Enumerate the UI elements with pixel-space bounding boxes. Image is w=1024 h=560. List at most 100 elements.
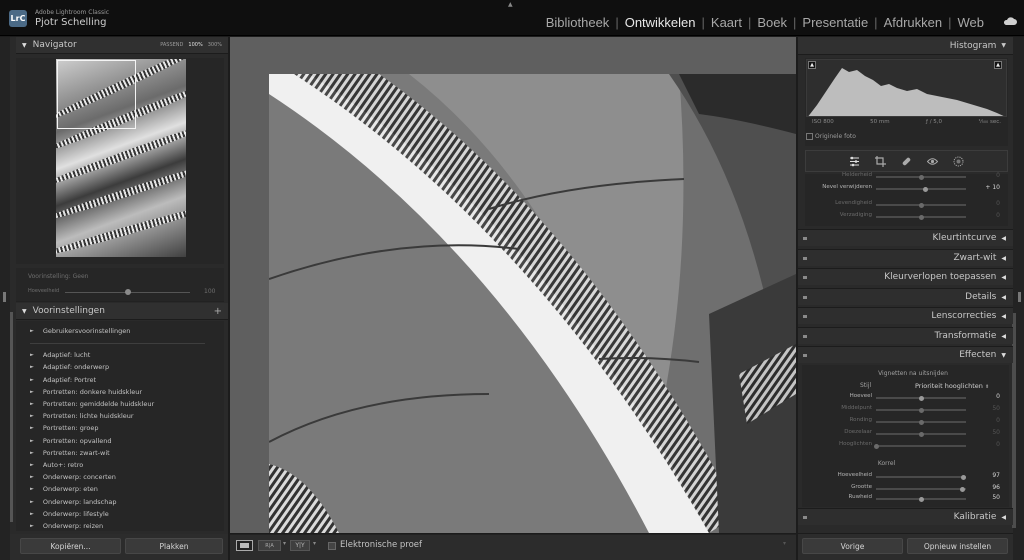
module-web[interactable]: Web	[952, 15, 991, 30]
navigator-header[interactable]: ▼ Navigator PASSEND 100% 300%	[16, 37, 228, 54]
left-panel-collapse-handle[interactable]	[3, 292, 6, 302]
slider-track[interactable]	[876, 445, 966, 447]
preset-group[interactable]: ► Adaptief: lucht	[30, 351, 90, 359]
section-switch-icon[interactable]	[803, 335, 807, 338]
slider-knob[interactable]	[918, 202, 924, 208]
preset-group[interactable]: ► Gebruikersvoorinstellingen	[30, 327, 130, 335]
sliders-icon[interactable]	[849, 156, 860, 167]
navigator-view-rectangle[interactable]	[57, 60, 136, 129]
slider-knob[interactable]	[960, 474, 966, 480]
slider-value[interactable]: 50	[976, 405, 1000, 412]
shadow-clipping-icon[interactable]: ▲	[808, 61, 816, 69]
module-bibliotheek[interactable]: Bibliotheek	[540, 15, 616, 30]
slider-knob[interactable]	[923, 186, 928, 192]
vignette-style-select[interactable]: Prioriteit hooglichten ⬍	[915, 382, 989, 390]
module-afdrukken[interactable]: Afdrukken	[878, 15, 949, 30]
mask-icon[interactable]	[953, 156, 964, 167]
section-effecten[interactable]: Effecten ▼	[798, 346, 1013, 363]
eye-icon[interactable]	[926, 156, 938, 167]
right-panel-collapse-handle[interactable]	[1018, 292, 1021, 302]
section-details[interactable]: Details ◀	[798, 288, 1013, 305]
slider-knob[interactable]	[918, 214, 924, 220]
original-photo-checkbox[interactable]	[806, 133, 813, 140]
before-after-button[interactable]: Y|Y	[290, 540, 310, 551]
module-kaart[interactable]: Kaart	[705, 15, 748, 30]
slider-value[interactable]: 0	[976, 417, 1000, 424]
section-switch-icon[interactable]	[803, 257, 807, 260]
highlight-clipping-icon[interactable]: ▲	[994, 61, 1002, 69]
crop-icon[interactable]	[875, 155, 887, 167]
cloud-icon[interactable]	[1003, 16, 1017, 26]
photo-preview[interactable]	[269, 74, 796, 533]
section-switch-icon[interactable]	[803, 516, 807, 519]
slider-track[interactable]	[876, 188, 966, 190]
preset-group[interactable]: ► Portretten: lichte huidskleur	[30, 412, 134, 420]
section-switch-icon[interactable]	[803, 354, 807, 357]
slider-knob[interactable]	[918, 407, 924, 413]
preset-group[interactable]: ► Onderwerp: concerten	[30, 473, 116, 481]
reference-view-button[interactable]: R|A	[258, 540, 281, 551]
section-kalibratie[interactable]: Kalibratie ◀	[798, 508, 1013, 525]
loupe-view-button[interactable]	[236, 540, 253, 551]
copy-button[interactable]: Kopiëren...	[20, 538, 121, 554]
soft-proof-checkbox[interactable]	[328, 542, 336, 550]
section-switch-icon[interactable]	[803, 276, 807, 279]
paste-button[interactable]: Plakken	[125, 538, 223, 554]
module-ontwikkelen[interactable]: Ontwikkelen	[619, 15, 702, 30]
zoom-fit[interactable]: PASSEND	[160, 42, 183, 48]
slider-knob[interactable]	[918, 419, 924, 425]
reset-button[interactable]: Opnieuw instellen	[907, 538, 1008, 554]
chevron-down-icon[interactable]: ▾	[283, 540, 286, 547]
slider-knob[interactable]	[918, 431, 924, 437]
previous-button[interactable]: Vorige	[802, 538, 903, 554]
section-switch-icon[interactable]	[803, 296, 807, 299]
original-photo-label[interactable]: Originele foto	[815, 133, 856, 140]
slider-knob[interactable]	[873, 443, 879, 449]
slider-value[interactable]: 0	[976, 172, 1000, 179]
section-switch-icon[interactable]	[803, 237, 807, 240]
preset-group[interactable]: ► Auto+: retro	[30, 461, 83, 469]
slider-value[interactable]: 0	[976, 393, 1000, 400]
preset-group[interactable]: ► Onderwerp: reizen	[30, 522, 103, 530]
preset-group[interactable]: ► Onderwerp: lifestyle	[30, 510, 109, 518]
histogram-header[interactable]: Histogram ▼	[798, 37, 1013, 55]
slider-knob[interactable]	[918, 174, 924, 180]
zoom-100[interactable]: 100%	[188, 42, 202, 48]
preset-group[interactable]: ► Portretten: zwart-wit	[30, 449, 110, 457]
preset-group[interactable]: ► Adaptief: onderwerp	[30, 363, 109, 371]
soft-proof-label[interactable]: Elektronische proef	[340, 540, 422, 550]
slider-knob[interactable]	[918, 395, 924, 401]
section-transformatie[interactable]: Transformatie ◀	[798, 327, 1013, 344]
module-presentatie[interactable]: Presentatie	[796, 15, 874, 30]
slider-value[interactable]: 97	[976, 472, 1000, 479]
slider-value[interactable]: + 10	[976, 184, 1000, 191]
slider-value[interactable]: 50	[976, 494, 1000, 501]
slider-knob[interactable]	[959, 486, 965, 492]
slider-track[interactable]	[876, 488, 966, 490]
section-zwart-wit[interactable]: Zwart-wit ◀	[798, 249, 1013, 266]
preset-group[interactable]: ► Portretten: donkere huidskleur	[30, 388, 142, 396]
preset-group[interactable]: ► Onderwerp: landschap	[30, 498, 117, 506]
slider-value[interactable]: 0	[976, 212, 1000, 219]
slider-knob[interactable]	[918, 496, 924, 502]
slider-value[interactable]: 50	[976, 429, 1000, 436]
preset-group[interactable]: ► Portretten: groep	[30, 424, 99, 432]
preset-group[interactable]: ► Portretten: opvallend	[30, 437, 112, 445]
bandage-icon[interactable]	[901, 156, 912, 167]
zoom-300[interactable]: 300%	[208, 42, 222, 48]
presets-header[interactable]: ▼ Voorinstellingen +	[16, 303, 228, 320]
section-switch-icon[interactable]	[803, 315, 807, 318]
user-name[interactable]: Pjotr Schelling	[35, 17, 107, 28]
preset-group[interactable]: ► Adaptief: Portret	[30, 376, 96, 384]
section-lenscorrecties[interactable]: Lenscorrecties ◀	[798, 307, 1013, 324]
toolbar-menu-icon[interactable]: ▾	[783, 540, 786, 547]
amount-slider-knob[interactable]	[125, 289, 131, 295]
preset-group[interactable]: ► Portretten: gemiddelde huidskleur	[30, 400, 154, 408]
slider-value[interactable]: 0	[976, 441, 1000, 448]
module-boek[interactable]: Boek	[751, 15, 793, 30]
slider-value[interactable]: 96	[976, 484, 1000, 491]
histogram-graph[interactable]	[806, 59, 1007, 117]
chevron-down-icon[interactable]: ▾	[313, 540, 316, 547]
slider-value[interactable]: 0	[976, 200, 1000, 207]
preset-group[interactable]: ► Onderwerp: eten	[30, 485, 98, 493]
